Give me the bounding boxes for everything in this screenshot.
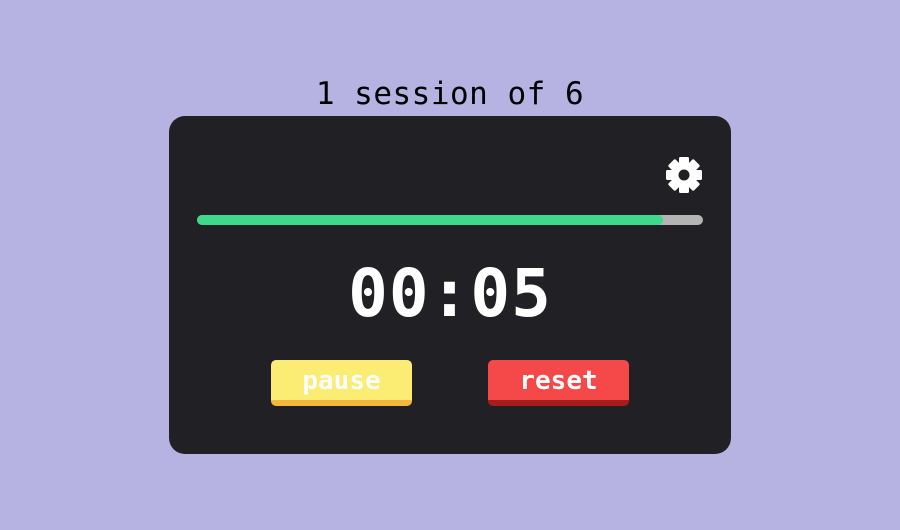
timer-card: 00:05 pause reset [169,116,731,454]
settings-button[interactable] [662,153,706,197]
session-counter: 1 session of 6 [315,76,585,112]
pause-button[interactable]: pause [271,360,412,406]
gear-icon [666,157,702,193]
timer-display: 00:05 [348,255,552,332]
progress-bar [197,215,703,225]
reset-button[interactable]: reset [488,360,629,406]
progress-bar-fill [197,215,663,225]
